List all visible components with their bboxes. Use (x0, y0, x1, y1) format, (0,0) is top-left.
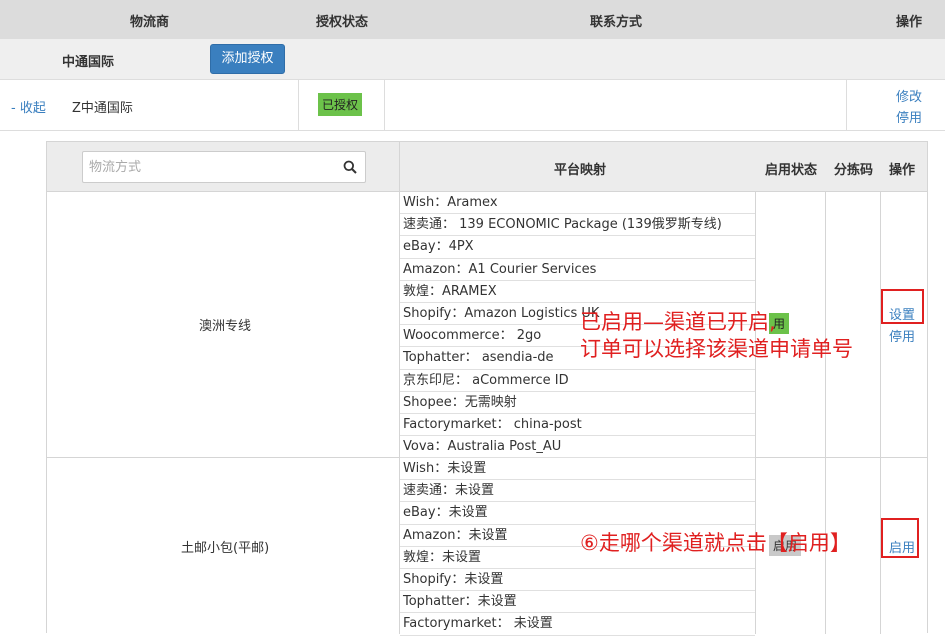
mapping-item: Factorymarket： 未设置 (400, 613, 755, 636)
table-header: 物流商 授权状态 联系方式 操作 (0, 0, 945, 39)
annotation-line: 订单可以选择该渠道申请单号 (580, 337, 853, 361)
account-name: Z中通国际 (72, 101, 133, 116)
mapping-item: 敦煌：ARAMEX (400, 281, 755, 303)
channel-table: 平台映射 启用状态 分拣码 操作 澳洲专线 Wish：Aramex 速卖通： 1… (46, 141, 928, 636)
search-box (82, 151, 366, 183)
annotation-note-2: ⑥走哪个渠道就点击【启用】 (580, 531, 851, 555)
search-input[interactable] (83, 152, 333, 182)
account-row: - 收起 Z中通国际 已授权 修改 停用 (0, 80, 945, 131)
collapse-link[interactable]: - 收起 (11, 97, 46, 116)
divider (880, 192, 881, 634)
divider (846, 80, 847, 131)
provider-bar: 中通国际 添加授权 (0, 39, 945, 80)
search-icon[interactable] (343, 160, 357, 174)
col-carrier: 物流商 (130, 15, 170, 30)
provider-name: 中通国际 (62, 55, 115, 70)
col-action: 操作 (896, 15, 923, 30)
mapping-item: Vova：Australia Post_AU (400, 436, 755, 459)
channel-name: 澳洲专线 (199, 319, 252, 334)
mapping-item: eBay：未设置 (400, 502, 755, 525)
mapping-item: eBay：4PX (400, 236, 755, 259)
enable-link[interactable]: 启用 (889, 537, 915, 556)
settings-link[interactable]: 设置 (889, 304, 915, 323)
mapping-item: 京东印尼： aCommerce ID (400, 370, 755, 392)
col-mapping: 平台映射 (554, 163, 607, 178)
mapping-item: Wish：未设置 (400, 458, 755, 481)
mapping-item: 速卖通： 139 ECONOMIC Package (139俄罗斯专线) (400, 214, 755, 237)
annotation-line: 已启用—渠道已开启, (580, 310, 776, 334)
mapping-item: Factorymarket： china-post (400, 414, 755, 437)
channel-table-header: 平台映射 启用状态 分拣码 操作 (47, 142, 927, 192)
edit-link[interactable]: 修改 (896, 86, 922, 105)
col-contact: 联系方式 (590, 15, 643, 30)
mapping-item: Shopify：未设置 (400, 569, 755, 592)
col-status: 启用状态 (765, 163, 818, 178)
auth-status-badge: 已授权 (318, 93, 363, 116)
divider (825, 192, 826, 634)
col-auth-status: 授权状态 (316, 15, 369, 30)
channel-name: 土邮小包(平邮) (181, 541, 270, 556)
add-auth-button[interactable]: 添加授权 (210, 44, 285, 74)
mapping-item: 速卖通：未设置 (400, 480, 755, 503)
divider (384, 80, 385, 131)
col-sort-code: 分拣码 (834, 163, 874, 178)
divider (298, 80, 299, 131)
col-channel-action: 操作 (889, 163, 916, 178)
mapping-item: Tophatter：未设置 (400, 591, 755, 614)
mapping-item: Shopee：无需映射 (400, 392, 755, 414)
disable-link[interactable]: 停用 (896, 107, 922, 126)
mapping-item: Amazon：A1 Courier Services (400, 259, 755, 281)
annotation-note-1: 已启用—渠道已开启, 订单可以选择该渠道申请单号 (580, 309, 853, 363)
mapping-item: Wish：Aramex (400, 192, 755, 215)
divider (755, 192, 756, 634)
disable-channel-link[interactable]: 停用 (889, 326, 915, 345)
